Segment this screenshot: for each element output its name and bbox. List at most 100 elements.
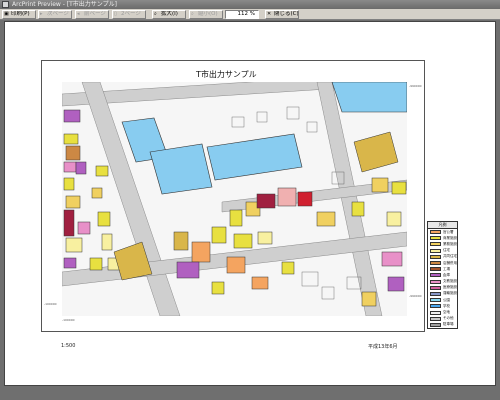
map-canvas [62, 82, 407, 316]
zoom-in-label: 拡大(I) [161, 11, 178, 17]
window-title: ArcPrint Preview - [T市出力サンプル] [12, 1, 117, 8]
legend-rows: 官公署 商業施設 業務施設 住宅 共同住宅 店舗併用 工場 倉庫 文教施設 医療施設 運輸施設 公園学… [428, 229, 457, 328]
edge-label-top-right: -990000 [409, 84, 422, 88]
building-a11 [63, 257, 77, 269]
two-page-button[interactable]: ▯ 2ページ [112, 10, 146, 19]
status-bar [0, 386, 500, 400]
building-a8 [63, 209, 75, 237]
two-page-label: 2ページ [121, 11, 141, 17]
legend-swatch [430, 267, 441, 272]
legend-label: 医療施設 [443, 285, 457, 290]
building-b11 [257, 231, 273, 245]
building-a12 [95, 165, 109, 177]
legend-label: 空地 [443, 310, 450, 315]
legend-swatch [430, 261, 441, 266]
zoom-in-icon: ⌕ [154, 11, 157, 17]
building-b5 [229, 209, 243, 227]
building-a2 [63, 133, 79, 145]
building-a14 [97, 211, 111, 227]
print-button[interactable]: ▣ 印刷(P) [2, 10, 36, 19]
prev-page-label: 前ページ [84, 11, 106, 17]
building-c1 [371, 177, 389, 193]
building-b15 [281, 261, 295, 275]
app-icon [2, 1, 9, 8]
legend-label: 倉庫 [443, 272, 450, 277]
building-b12 [226, 256, 246, 274]
close-button-label: 閉じる(C) [274, 11, 299, 17]
next-page-label: 次ページ [47, 11, 69, 17]
building-b3 [176, 261, 200, 279]
building-b9 [297, 191, 313, 207]
legend-label: 文教施設 [443, 279, 457, 284]
legend-item: 駐車場 [428, 322, 457, 328]
legend-swatch [430, 242, 441, 247]
zoom-in-button[interactable]: ⌕ 拡大(I) [152, 10, 186, 19]
print-button-label: 印刷(P) [11, 11, 30, 17]
legend-title: 凡例 [428, 222, 457, 229]
building-a15 [101, 233, 113, 251]
building-b2 [191, 241, 211, 263]
legend-swatch [430, 310, 441, 315]
legend-label: 公園 [443, 297, 450, 302]
legend-label: 官公署 [443, 229, 454, 234]
building-c2 [391, 181, 407, 195]
legend-label: 住宅 [443, 248, 450, 253]
building-a4 [63, 161, 77, 173]
building-a6 [63, 177, 75, 191]
legend-label: 駐車場 [443, 322, 454, 327]
building-b10 [233, 233, 253, 249]
legend-swatch [430, 273, 441, 278]
legend-swatch [430, 254, 441, 259]
close-icon: ✕ [267, 11, 272, 17]
map-scale: 1:500 [61, 343, 76, 349]
prev-page-button[interactable]: ◂ 前ページ [75, 10, 109, 19]
building-a1 [63, 109, 81, 123]
building-a10 [65, 237, 83, 253]
edge-label-bottom-right: -990000 [409, 294, 422, 298]
next-page-button[interactable]: ▸ 次ページ [38, 10, 72, 19]
window-titlebar: ArcPrint Preview - [T市出力サンプル] [0, 0, 500, 9]
two-page-icon: ▯ [114, 11, 117, 17]
building-a16 [89, 257, 103, 271]
legend-label: 共同住宅 [443, 254, 457, 259]
map-legend: 凡例 官公署 商業施設 業務施設 住宅 共同住宅 店舗併用 工場 倉庫 文教施設 医療施設 運輸施設… [427, 221, 458, 329]
building-b13 [211, 281, 225, 295]
building-b16 [316, 211, 336, 227]
building-c6 [387, 276, 405, 292]
edge-label-left: -100000 [44, 302, 57, 306]
building-c5 [381, 251, 403, 267]
legend-label: 運輸施設 [443, 291, 457, 296]
building-a5 [75, 161, 87, 175]
building-c3 [351, 201, 365, 217]
building-b4 [211, 226, 227, 244]
building-b8 [277, 187, 297, 207]
legend-swatch [430, 236, 441, 241]
map-title: T市出力サンプル [196, 70, 257, 79]
map-date: 平成13年6月 [368, 344, 398, 350]
building-b7 [256, 193, 276, 209]
legend-swatch [430, 316, 441, 321]
edge-label-bottom-left: -100000 [62, 318, 75, 322]
building-public-4 [331, 82, 407, 113]
legend-label: その他 [443, 316, 454, 321]
legend-swatch [430, 298, 441, 303]
zoom-level-field[interactable]: 112 % [225, 10, 259, 19]
building-a7 [65, 195, 81, 209]
building-b1 [173, 231, 189, 251]
building-a9 [77, 221, 91, 235]
building-c7 [361, 291, 377, 307]
legend-swatch [430, 291, 441, 296]
legend-label: 工場 [443, 266, 450, 271]
legend-swatch [430, 322, 441, 327]
printer-icon: ▣ [4, 11, 9, 17]
legend-label: 業務施設 [443, 241, 457, 246]
toolbar: ▣ 印刷(P) ▸ 次ページ ◂ 前ページ ▯ 2ページ ⌕ 拡大(I) ⌕ 縮… [0, 9, 500, 20]
close-button[interactable]: ✕ 閉じる(C) [265, 10, 299, 19]
legend-label: 学校 [443, 303, 450, 308]
zoom-out-button[interactable]: ⌕ 縮小(O) [189, 10, 223, 19]
next-page-icon: ▸ [40, 11, 43, 17]
building-c4 [386, 211, 402, 227]
zoom-out-label: 縮小(O) [198, 11, 218, 17]
legend-swatch [430, 248, 441, 253]
legend-swatch [430, 285, 441, 290]
